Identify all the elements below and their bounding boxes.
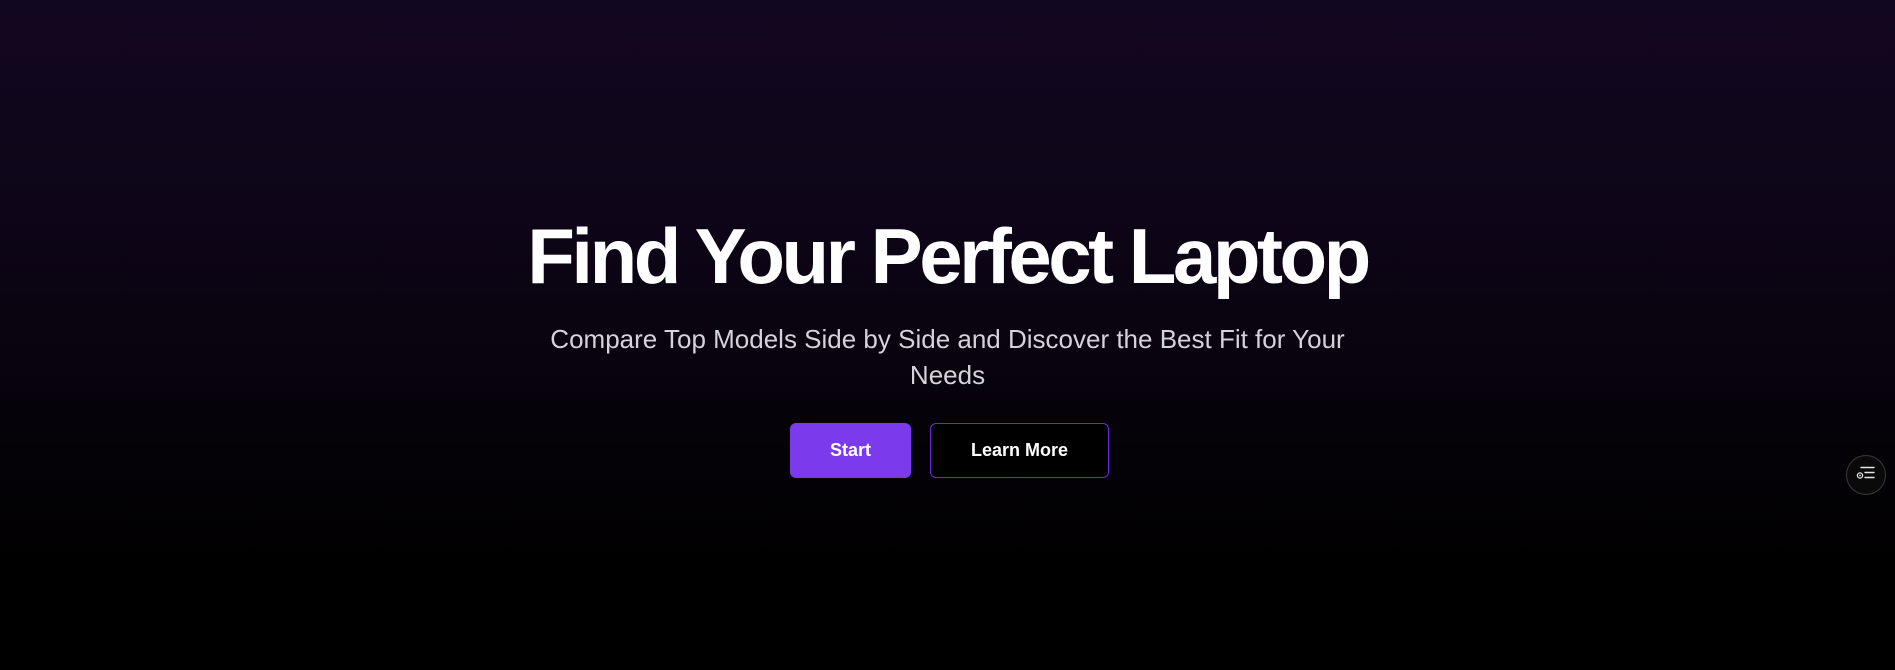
hero-section: Find Your Perfect Laptop Compare Top Mod… xyxy=(0,0,1895,670)
hero-subtitle: Compare Top Models Side by Side and Disc… xyxy=(550,324,1345,390)
settings-list-icon xyxy=(1856,465,1876,486)
start-button[interactable]: Start xyxy=(790,423,911,478)
hero-title: Find Your Perfect Laptop xyxy=(527,212,1371,300)
learn-more-button[interactable]: Learn More xyxy=(930,423,1109,478)
floating-settings-button[interactable] xyxy=(1846,455,1886,495)
